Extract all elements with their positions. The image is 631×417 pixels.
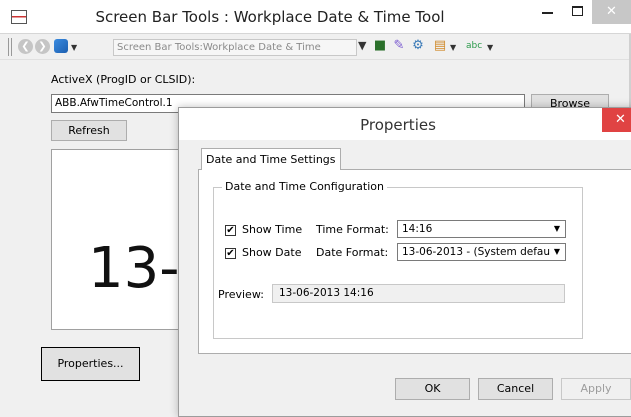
minimize-button[interactable]: [533, 0, 563, 24]
time-format-value: 14:16: [402, 223, 433, 235]
preview-label: Preview:: [218, 288, 264, 301]
edit-icon[interactable]: ✎: [391, 38, 407, 54]
show-date-checkbox[interactable]: ✔: [225, 248, 236, 259]
activex-label: ActiveX (ProgID or CLSID):: [51, 73, 196, 86]
address-field[interactable]: Screen Bar Tools:Workplace Date & Time: [113, 39, 357, 56]
chevron-down-icon[interactable]: ▼: [550, 245, 564, 259]
apply-button[interactable]: Apply: [561, 378, 631, 400]
date-format-label: Date Format:: [316, 246, 389, 259]
group-title: Date and Time Configuration: [222, 180, 387, 193]
view-icon[interactable]: ▤: [432, 38, 448, 54]
configuration-group: Date and Time Configuration ✔ Show Time …: [213, 180, 583, 339]
window-title: Screen Bar Tools : Workplace Date & Time…: [95, 8, 445, 26]
toolbar-grip-icon[interactable]: [8, 38, 12, 56]
object-icon[interactable]: [54, 39, 68, 53]
close-button[interactable]: ✕: [592, 0, 631, 24]
show-time-checkbox[interactable]: ✔: [225, 225, 236, 236]
tab-date-time-settings[interactable]: Date and Time Settings: [201, 148, 341, 170]
view-dropdown-icon[interactable]: ▼: [450, 43, 456, 52]
time-format-select[interactable]: 14:16 ▼: [397, 220, 566, 238]
show-date-label: Show Date: [242, 246, 302, 259]
properties-dialog: Properties ✕ Date and Time Settings Date…: [178, 107, 631, 417]
dialog-title: Properties: [360, 116, 436, 134]
dialog-close-icon[interactable]: ✕: [602, 108, 631, 132]
date-format-value: 13-06-2013 - (System defau: [402, 246, 550, 258]
toolbar: ❮ ❯ ▼ Screen Bar Tools:Workplace Date & …: [0, 34, 631, 60]
checkmark-icon: ✔: [226, 248, 235, 259]
title-bar: Screen Bar Tools : Workplace Date & Time…: [0, 0, 631, 34]
checkmark-icon: ✔: [226, 225, 235, 236]
maximize-icon: [572, 6, 583, 16]
refresh-button[interactable]: Refresh: [51, 120, 127, 141]
object-dropdown-icon[interactable]: ▼: [71, 43, 77, 52]
db-tree-icon[interactable]: ■: [372, 38, 388, 54]
properties-button[interactable]: Properties...: [41, 347, 140, 381]
chevron-down-icon[interactable]: ▼: [550, 222, 564, 236]
close-icon: ✕: [606, 4, 617, 19]
back-icon[interactable]: ❮: [18, 39, 33, 54]
show-time-label: Show Time: [242, 223, 303, 236]
abc-dropdown-icon[interactable]: ▼: [487, 43, 493, 52]
ok-button[interactable]: OK: [395, 378, 470, 400]
abc-icon[interactable]: abc: [466, 38, 482, 54]
cancel-button[interactable]: Cancel: [478, 378, 553, 400]
date-format-select[interactable]: 13-06-2013 - (System defau ▼: [397, 243, 566, 261]
address-dropdown-icon[interactable]: ▼: [358, 39, 366, 52]
forward-icon[interactable]: ❯: [35, 39, 50, 54]
maximize-button[interactable]: [563, 0, 593, 24]
tab-panel: Date and Time Configuration ✔ Show Time …: [198, 169, 631, 354]
time-format-label: Time Format:: [316, 223, 389, 236]
main-window: Screen Bar Tools : Workplace Date & Time…: [0, 0, 631, 417]
dialog-title-bar: Properties ✕: [179, 108, 631, 140]
minimize-icon: [542, 12, 553, 14]
config-icon[interactable]: ⚙: [410, 38, 426, 54]
preview-field: 13-06-2013 14:16: [272, 284, 565, 303]
